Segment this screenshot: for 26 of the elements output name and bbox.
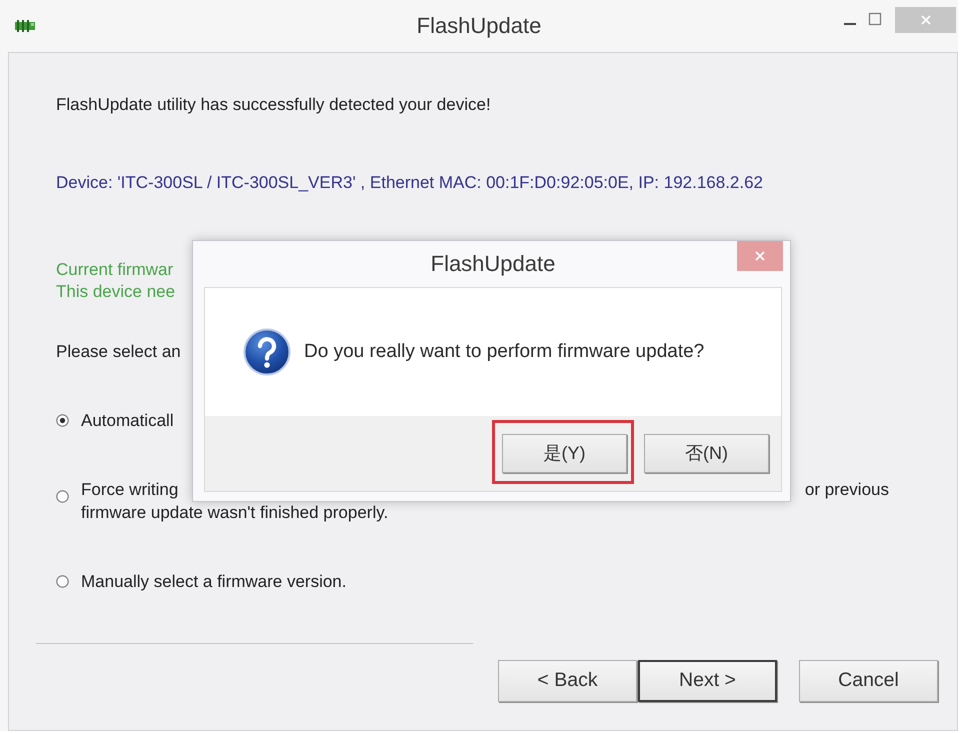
firmware-status: This device nee xyxy=(56,281,176,303)
radio-button[interactable] xyxy=(56,490,69,503)
radio-button[interactable] xyxy=(56,575,69,588)
close-button[interactable] xyxy=(737,241,783,271)
wizard-button[interactable]: Cancel xyxy=(799,660,938,702)
status-message: FlashUpdate utility has successfully detected your device! xyxy=(56,95,491,115)
device-info: Device: 'ITC-300SL / ITC-300SL_VER3' , Ethernet MAC: 00:1F:D0:92:05:0E, IP: 192.168.2.62 xyxy=(56,173,764,193)
close-icon xyxy=(920,15,930,25)
option-label[interactable]: Manually select a firmware version. xyxy=(81,570,346,593)
dialog-button[interactable]: 否(N) xyxy=(644,434,769,473)
dialog-title: FlashUpdate xyxy=(430,251,556,277)
wizard-button[interactable]: < Back xyxy=(498,660,637,702)
firmware-status: Current firmwar xyxy=(56,259,174,281)
chip-icon xyxy=(15,20,35,32)
option-label[interactable]: or previous xyxy=(804,478,889,501)
question-icon xyxy=(243,328,291,376)
option-label[interactable]: firmware update wasn't finished properly. xyxy=(81,501,388,524)
option-label[interactable]: Force writing xyxy=(81,478,178,501)
option-label[interactable]: Automaticall xyxy=(81,409,174,432)
prompt-text: Please select an xyxy=(56,342,181,362)
dialog-message: Do you really want to perform firmware update? xyxy=(304,340,704,364)
window-title: FlashUpdate xyxy=(416,13,542,39)
close-icon xyxy=(755,251,765,261)
wizard-button[interactable]: Next > xyxy=(638,660,777,702)
dialog-button[interactable]: 是(Y) xyxy=(502,434,627,473)
radio-button[interactable] xyxy=(56,414,69,427)
